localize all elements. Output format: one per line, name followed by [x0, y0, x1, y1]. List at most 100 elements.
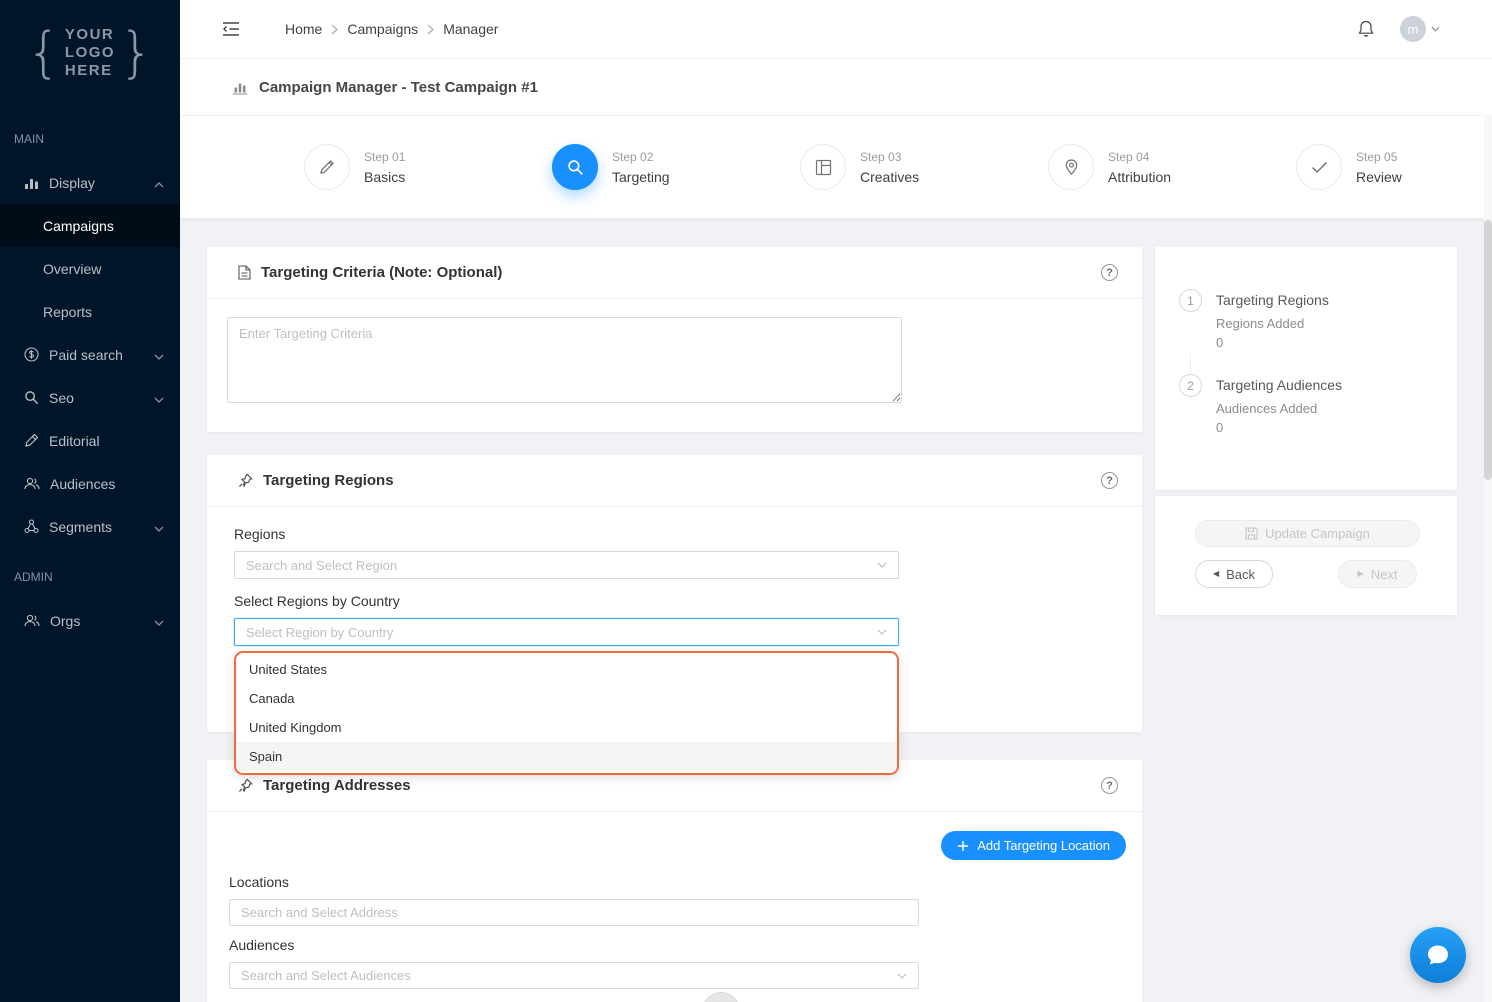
avatar[interactable]: m	[1400, 16, 1426, 42]
step-creatives[interactable]: Step 03 Creatives	[800, 144, 1048, 190]
app-window: { YOUR LOGO HERE } MAIN Display Campaign…	[0, 0, 1492, 1002]
update-campaign-button[interactable]: Update Campaign	[1195, 520, 1420, 547]
user-menu[interactable]: m	[1400, 16, 1440, 42]
pencil-icon	[304, 144, 350, 190]
country-select[interactable]: Select Region by Country	[234, 618, 899, 646]
nav-section-main: MAIN	[14, 132, 44, 146]
back-button[interactable]: ◀ Back	[1195, 560, 1273, 588]
logo: { YOUR LOGO HERE }	[0, 0, 180, 106]
chat-launcher-button[interactable]	[1410, 927, 1466, 983]
chevron-down-icon	[877, 629, 887, 635]
content: Targeting Criteria (Note: Optional) ? Ta…	[180, 218, 1492, 1002]
step-label: Attribution	[1108, 168, 1172, 185]
caret-left-icon: ◀	[1212, 569, 1220, 578]
sidebar-item-campaigns[interactable]: Campaigns	[0, 204, 180, 247]
users-icon	[24, 614, 40, 627]
sidebar-item-label: Seo	[49, 389, 74, 406]
step-number: Step 04	[1108, 149, 1150, 164]
sidebar-item-display[interactable]: Display	[0, 161, 180, 204]
summary-title: Targeting Regions	[1216, 292, 1329, 308]
step-number: Step 03	[860, 149, 902, 164]
save-icon	[1245, 527, 1258, 540]
layout-icon	[800, 144, 846, 190]
chevron-up-icon	[154, 175, 164, 191]
sidebar-item-paid-search[interactable]: Paid search	[0, 333, 180, 376]
targeting-addresses-card: Targeting Addresses ? Add Targeting Loca…	[207, 760, 1142, 1002]
breadcrumb-campaigns[interactable]: Campaigns	[347, 21, 418, 37]
step-number-badge: 1	[1179, 289, 1202, 312]
summary-count: 0	[1216, 420, 1224, 435]
help-icon[interactable]: ?	[1101, 472, 1118, 489]
stepper: Step 01 Basics Step 02 Targeting Step 03…	[180, 115, 1492, 218]
locations-input[interactable]	[229, 899, 919, 926]
help-icon[interactable]: ?	[1101, 264, 1118, 281]
step-basics[interactable]: Step 01 Basics	[304, 144, 552, 190]
actions-card: Update Campaign ◀ Back ▶ Next	[1155, 496, 1457, 615]
button-label: Back	[1226, 566, 1256, 582]
regions-label: Regions	[234, 526, 286, 542]
search-icon	[24, 390, 39, 405]
summary-subtitle: Audiences Added	[1216, 401, 1318, 416]
notifications-bell-icon[interactable]	[1358, 20, 1374, 38]
summary-item-regions: 1 Targeting Regions Regions Added 0	[1179, 289, 1433, 350]
search-icon	[552, 144, 598, 190]
step-number: Step 05	[1356, 149, 1398, 164]
sidebar: { YOUR LOGO HERE } MAIN Display Campaign…	[0, 0, 180, 1002]
dropdown-option-spain[interactable]: Spain	[236, 742, 897, 771]
button-label: Update Campaign	[1265, 526, 1370, 541]
titlebar: Campaign Manager - Test Campaign #1	[180, 58, 1492, 115]
sidebar-item-overview[interactable]: Overview	[0, 247, 180, 290]
sidebar-item-label: Paid search	[49, 346, 123, 363]
country-label: Select Regions by Country	[234, 593, 400, 609]
sidebar-item-label: Audiences	[50, 475, 116, 492]
chevron-right-icon	[427, 24, 435, 35]
step-review[interactable]: Step 05 Review	[1296, 144, 1492, 190]
caret-right-icon: ▶	[1357, 569, 1364, 578]
add-targeting-location-button[interactable]: Add Targeting Location	[941, 831, 1126, 860]
dropdown-option-united-states[interactable]: United States	[236, 655, 897, 684]
menu-fold-icon[interactable]	[223, 22, 239, 36]
dropdown-option-canada[interactable]: Canada	[236, 684, 897, 713]
sidebar-item-audiences[interactable]: Audiences	[0, 462, 180, 505]
sidebar-item-editorial[interactable]: Editorial	[0, 419, 180, 462]
nav-section-admin: ADMIN	[14, 570, 53, 584]
step-attribution[interactable]: Step 04 Attribution	[1048, 144, 1296, 190]
region-select[interactable]: Search and Select Region	[234, 551, 899, 579]
country-dropdown: United States Canada United Kingdom Spai…	[234, 651, 899, 775]
targeting-criteria-textarea[interactable]	[227, 317, 902, 403]
sidebar-item-segments[interactable]: Segments	[0, 505, 180, 548]
logo-line: HERE	[64, 62, 113, 79]
summary-count: 0	[1216, 335, 1224, 350]
logo-brace-left: {	[26, 20, 61, 84]
breadcrumb-home[interactable]: Home	[285, 21, 322, 37]
logo-line: YOUR	[64, 26, 115, 43]
chevron-down-icon	[154, 519, 164, 535]
sidebar-item-label: Segments	[49, 518, 113, 535]
sidebar-item-reports[interactable]: Reports	[0, 290, 180, 333]
page-title: Campaign Manager - Test Campaign #1	[259, 78, 538, 96]
sidebar-item-label: Overview	[43, 260, 102, 277]
step-targeting[interactable]: Step 02 Targeting	[552, 144, 800, 190]
scrollbar-track[interactable]	[1484, 115, 1492, 1002]
breadcrumb-manager: Manager	[443, 21, 499, 37]
summary-title: Targeting Audiences	[1216, 377, 1343, 393]
select-placeholder: Search and Select Region	[246, 557, 398, 573]
sidebar-item-seo[interactable]: Seo	[0, 376, 180, 419]
scrollbar-thumb[interactable]	[1484, 220, 1492, 480]
dropdown-option-united-kingdom[interactable]: United Kingdom	[236, 713, 897, 742]
sidebar-item-label: Display	[49, 174, 95, 191]
help-icon[interactable]: ?	[1101, 777, 1118, 794]
dollar-circle-icon	[24, 347, 39, 362]
select-placeholder: Search and Select Audiences	[241, 968, 411, 983]
sidebar-item-orgs[interactable]: Orgs	[0, 599, 180, 642]
chevron-down-icon	[897, 973, 907, 979]
step-label: Targeting	[612, 168, 670, 185]
card-title: Targeting Regions	[263, 472, 394, 489]
segments-icon	[24, 519, 39, 534]
next-button[interactable]: ▶ Next	[1338, 560, 1417, 588]
audiences-select[interactable]: Search and Select Audiences	[229, 962, 919, 989]
users-icon	[24, 477, 40, 490]
chevron-down-icon	[154, 390, 164, 406]
sidebar-item-label: Campaigns	[43, 217, 114, 234]
logo-line: LOGO	[64, 44, 116, 61]
